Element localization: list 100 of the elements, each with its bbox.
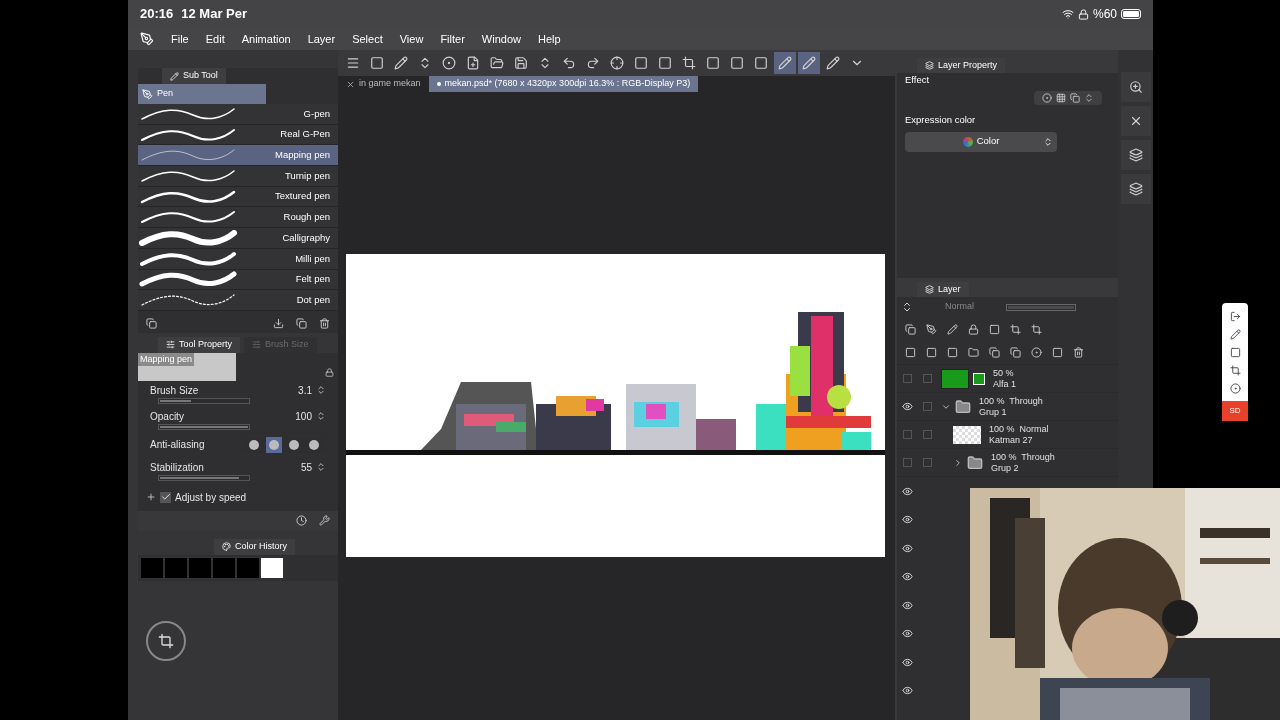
color-swatch[interactable] <box>140 556 164 579</box>
panel-tab[interactable]: Layer <box>917 282 969 297</box>
brush-item[interactable]: Dot pen <box>138 290 338 311</box>
eye-icon[interactable] <box>901 628 913 640</box>
visibility-checkbox[interactable] <box>902 374 912 383</box>
settings-icon[interactable] <box>319 515 330 527</box>
panel-tab[interactable]: Color History <box>214 538 295 555</box>
visibility-checkbox[interactable] <box>902 430 912 439</box>
layer-tool-icon[interactable] <box>926 323 937 335</box>
lock-checkbox[interactable] <box>922 402 932 411</box>
menu-item[interactable]: File <box>171 30 189 48</box>
anti-aliasing-option[interactable] <box>266 436 282 453</box>
brush-item[interactable]: G-pen <box>138 104 338 125</box>
menu-item[interactable]: Filter <box>440 30 465 48</box>
side-panel-button[interactable] <box>1120 174 1151 204</box>
opacity-slider-fill[interactable] <box>1008 305 1074 309</box>
expand-caret-icon[interactable] <box>953 457 963 468</box>
visibility-checkbox[interactable] <box>902 458 912 467</box>
reset-icon[interactable] <box>296 515 307 527</box>
color-mode-dropdown[interactable]: Color <box>905 131 1057 152</box>
square-icon[interactable] <box>1229 347 1241 358</box>
lock-checkbox[interactable] <box>922 430 932 439</box>
edit-icon[interactable] <box>394 56 408 70</box>
layer-action-icon[interactable] <box>1031 347 1042 358</box>
lock-icon[interactable] <box>325 367 334 377</box>
close-icon[interactable] <box>346 79 355 89</box>
expand-icon[interactable] <box>146 492 156 503</box>
layer-tool-icon[interactable] <box>905 323 916 335</box>
eye-icon[interactable] <box>901 685 913 697</box>
menu-item[interactable]: View <box>399 30 424 48</box>
toolbar-toggle[interactable] <box>798 52 820 74</box>
brush-item[interactable]: Turnip pen <box>138 166 338 187</box>
crop-icon[interactable] <box>682 56 696 70</box>
app-logo-icon[interactable] <box>140 32 154 46</box>
brush-item[interactable]: Rough pen <box>138 207 338 229</box>
menu-item[interactable]: Select <box>352 30 383 48</box>
exit-icon[interactable] <box>1229 311 1241 322</box>
record-icon[interactable] <box>1229 383 1241 394</box>
pencil-icon[interactable] <box>1229 329 1241 340</box>
side-panel-button[interactable] <box>1120 140 1151 170</box>
toolbar-toggle[interactable] <box>774 52 796 74</box>
transform-button[interactable] <box>146 620 186 661</box>
menu-item[interactable]: Animation <box>241 30 291 48</box>
eye-icon[interactable] <box>901 401 913 412</box>
document-tab[interactable]: mekan.psd* (7680 x 4320px 300dpi 16.3% : RGB-Display P3) <box>428 76 699 92</box>
lock-checkbox[interactable] <box>922 458 932 467</box>
blend-mode-dropdown[interactable]: Normal <box>945 300 974 314</box>
menu-item[interactable]: Layer <box>307 30 336 48</box>
redo-icon[interactable] <box>586 56 600 70</box>
eye-icon[interactable] <box>901 542 913 554</box>
layer-tool-icon[interactable] <box>947 323 958 335</box>
stepper-icon[interactable] <box>316 385 326 396</box>
layer-action-icon[interactable] <box>1073 347 1084 358</box>
delete-icon[interactable] <box>319 318 330 330</box>
undo-icon[interactable] <box>562 56 576 70</box>
side-panel-button[interactable] <box>1120 72 1151 102</box>
menu-item[interactable]: Edit <box>205 30 225 48</box>
import-icon[interactable] <box>273 318 284 330</box>
eye-icon[interactable] <box>901 485 913 497</box>
layer-action-icon[interactable] <box>1010 347 1021 358</box>
color-swatch[interactable] <box>236 556 260 579</box>
layer-action-icon[interactable] <box>947 347 958 358</box>
panel-tab[interactable]: Layer Property <box>917 58 1006 73</box>
eye-icon[interactable] <box>901 571 913 583</box>
panel-tab[interactable]: Tool Property <box>158 336 241 353</box>
side-panel-button[interactable] <box>1120 106 1151 136</box>
brush-item[interactable]: Calligraphy <box>138 228 338 249</box>
brush-item[interactable]: Felt pen <box>138 269 338 291</box>
stepper-icon[interactable] <box>316 411 326 422</box>
stepper-icon[interactable] <box>316 462 326 473</box>
color-swatch[interactable] <box>212 556 236 579</box>
panel-tab[interactable]: Sub Tool <box>162 68 226 84</box>
document-tab[interactable]: in game mekan <box>338 76 429 92</box>
duplicate-icon[interactable] <box>146 318 157 330</box>
brush-item[interactable]: Textured pen <box>138 186 338 208</box>
eye-icon[interactable] <box>901 599 913 611</box>
color-swatch[interactable] <box>164 556 188 579</box>
layer-tool-icon[interactable] <box>1010 323 1021 335</box>
folder-icon[interactable] <box>490 56 504 70</box>
eye-icon[interactable] <box>901 514 913 526</box>
color-swatch[interactable] <box>188 556 212 579</box>
overlay-badge[interactable]: SD <box>1222 401 1248 421</box>
crop-icon[interactable] <box>1229 365 1241 376</box>
layer-action-icon[interactable] <box>968 347 979 358</box>
tool-group-tab[interactable]: Pen <box>138 84 266 104</box>
layer-action-icon[interactable] <box>1052 347 1063 358</box>
slider-track[interactable] <box>158 474 250 481</box>
brush-item[interactable]: Milli pen <box>138 248 338 270</box>
layer-action-icon[interactable] <box>926 347 937 358</box>
layer-tool-icon[interactable] <box>1031 323 1042 335</box>
save-icon[interactable] <box>514 56 528 70</box>
slider-track[interactable] <box>158 397 250 404</box>
lock-checkbox[interactable] <box>922 374 932 383</box>
menu-item[interactable]: Window <box>481 30 521 48</box>
menu-item[interactable]: Help <box>537 30 561 48</box>
color-swatch[interactable] <box>260 556 284 579</box>
layer-tool-icon[interactable] <box>989 323 1000 335</box>
copy-icon[interactable] <box>296 318 307 330</box>
effect-selector[interactable] <box>1034 91 1102 106</box>
new-file-icon[interactable] <box>466 56 480 70</box>
